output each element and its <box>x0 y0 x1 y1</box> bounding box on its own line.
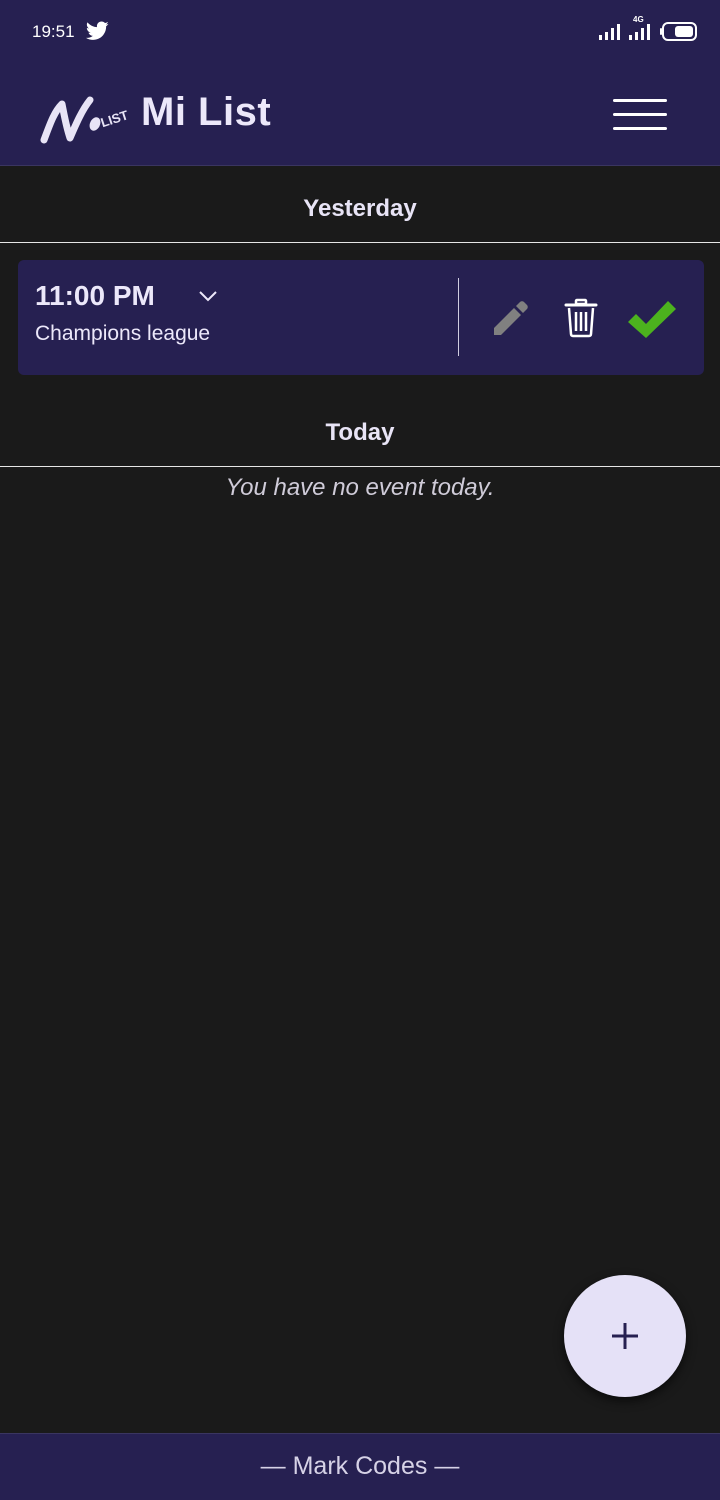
delete-icon[interactable] <box>564 298 598 338</box>
status-time: 19:51 <box>32 22 75 41</box>
event-time: 11:00 PM <box>35 280 155 311</box>
app-title: Mi List <box>141 90 272 134</box>
add-event-button[interactable] <box>564 1275 686 1397</box>
section-header-yesterday: Yesterday <box>0 167 720 243</box>
empty-state-message: You have no event today. <box>225 474 495 501</box>
menu-icon-line <box>613 113 667 116</box>
signal-icon <box>629 24 650 40</box>
logo-text: LIST <box>99 107 130 130</box>
footer-credit: — Mark Codes — <box>260 1452 460 1480</box>
twitter-icon <box>86 21 109 40</box>
status-bar: 19:51 4G <box>0 0 720 66</box>
battery-icon <box>660 22 697 41</box>
menu-button[interactable] <box>606 94 674 136</box>
card-divider <box>458 278 459 356</box>
footer: — Mark Codes — <box>0 1433 720 1500</box>
app-screen: 19:51 4G LIST Mi List Yesterday 11:00 PM… <box>0 0 720 1500</box>
logo-icon: LIST <box>40 96 130 144</box>
chevron-down-icon[interactable] <box>199 290 217 302</box>
section-title: Yesterday <box>303 195 417 222</box>
edit-icon[interactable] <box>490 298 530 338</box>
event-name: Champions league <box>35 322 211 345</box>
section-header-today: Today <box>0 391 720 467</box>
section-title: Today <box>325 419 395 446</box>
app-bar: LIST Mi List <box>0 66 720 166</box>
menu-icon-line <box>613 127 667 130</box>
signal-icon <box>599 24 620 40</box>
menu-icon-line <box>613 99 667 102</box>
plus-icon <box>612 1323 638 1349</box>
checkmark-icon[interactable] <box>626 298 678 340</box>
event-card[interactable]: 11:00 PM Champions league <box>18 260 704 375</box>
